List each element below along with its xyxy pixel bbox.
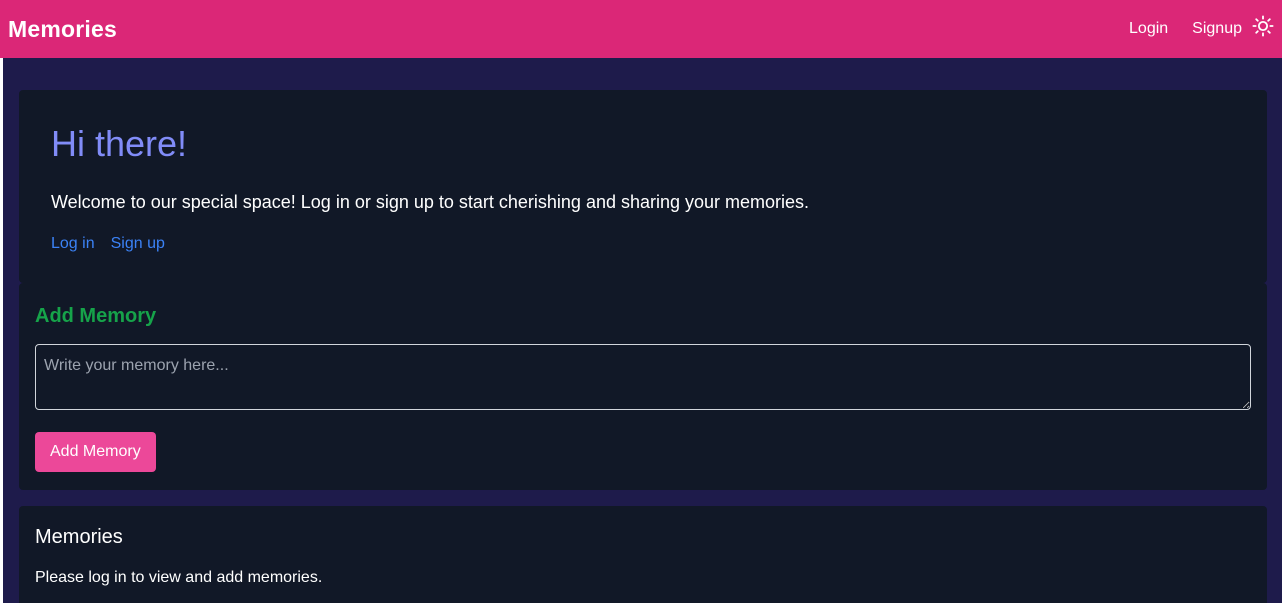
- memory-input[interactable]: [35, 344, 1251, 410]
- welcome-links: Log in Sign up: [51, 235, 1235, 253]
- add-memory-button[interactable]: Add Memory: [35, 432, 156, 472]
- add-memory-heading: Add Memory: [35, 305, 157, 327]
- brand-logo[interactable]: Memories: [8, 16, 117, 43]
- memories-heading: Memories: [35, 526, 123, 548]
- hero-signup-link[interactable]: Sign up: [111, 235, 165, 253]
- add-memory-card: Add Memory Add Memory: [19, 283, 1267, 490]
- top-navbar: Memories Login Signup: [0, 0, 1282, 58]
- welcome-heading: Hi there!: [51, 123, 188, 164]
- welcome-text: Welcome to our special space! Log in or …: [51, 192, 810, 212]
- memories-empty-text: Please log in to view and add memories.: [35, 569, 323, 586]
- signup-link[interactable]: Signup: [1192, 20, 1242, 38]
- nav-actions: Login Signup: [1105, 15, 1274, 38]
- hero-login-link[interactable]: Log in: [51, 235, 95, 253]
- welcome-card: Hi there! Welcome to our special space! …: [19, 90, 1267, 283]
- login-link[interactable]: Login: [1129, 20, 1168, 38]
- sun-icon[interactable]: [1252, 15, 1274, 37]
- left-edge-divider: [0, 58, 3, 603]
- memories-card: Memories Please log in to view and add m…: [19, 506, 1267, 603]
